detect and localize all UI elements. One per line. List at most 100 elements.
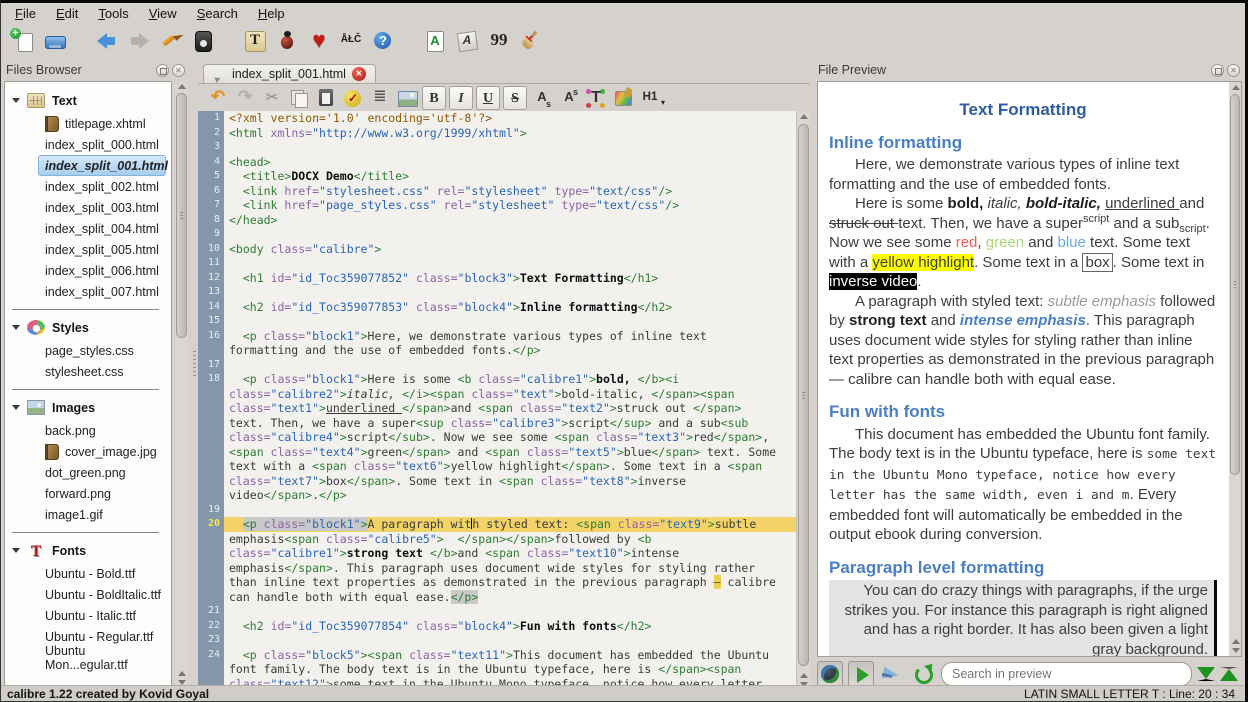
forward-button[interactable] (125, 27, 153, 55)
code-row[interactable]: class="calibre1">strong text </b>and <sp… (198, 546, 797, 561)
text-color-button[interactable]: T (584, 86, 608, 110)
donate-button[interactable]: ♥ (305, 27, 333, 55)
code-row[interactable]: than inline text properties as demonstra… (198, 575, 797, 590)
code-row[interactable]: emphasis</span>. This paragraph uses doc… (198, 561, 797, 576)
code-row[interactable]: 20 <p class="block1">A paragraph with st… (198, 517, 797, 532)
preview-panel-float-button[interactable] (1211, 64, 1224, 77)
preview-scrollbar-thumb[interactable] (1230, 94, 1240, 475)
font-tile-button[interactable]: T (241, 27, 269, 55)
code-row[interactable]: can handle both with equal ease.</p> (198, 590, 797, 605)
file-item[interactable]: index_split_002.html (5, 176, 171, 197)
code-row[interactable]: text with a <span class="text6">yellow h… (198, 459, 797, 474)
file-item[interactable]: Ubuntu - Bold.ttf (5, 563, 171, 584)
menu-help[interactable]: Help (248, 4, 295, 23)
code-row[interactable]: 8</head> (198, 213, 797, 228)
toggle-live-preview-button[interactable] (817, 661, 843, 687)
background-color-button[interactable] (611, 86, 635, 110)
code-row[interactable]: class="calibre2">italic, </i><span class… (198, 387, 797, 402)
code-row[interactable]: 4<head> (198, 155, 797, 170)
check-book-button[interactable] (273, 27, 301, 55)
scroll-up-icon[interactable] (1232, 639, 1240, 644)
editor-scrollbar[interactable] (796, 111, 810, 690)
check-html-button[interactable]: ✓ (341, 86, 365, 110)
section-fonts[interactable]: TFonts (5, 538, 171, 563)
cut-button[interactable]: ✂ (260, 86, 284, 110)
code-row[interactable]: 9 (198, 227, 797, 242)
code-row[interactable]: 16 <p class="block1">Here, we demonstrat… (198, 329, 797, 344)
tab-index-split-001[interactable]: index_split_001.html (203, 64, 376, 83)
insert-image-button[interactable] (395, 86, 419, 110)
tab-close-button[interactable] (352, 67, 366, 81)
file-item[interactable]: index_split_005.html (5, 239, 171, 260)
code-row[interactable]: class="calibre4">script</sub>. Now we se… (198, 430, 797, 445)
superscript-button[interactable]: As (557, 86, 581, 110)
code-row[interactable]: text. Then, we have a super<sup class="c… (198, 416, 797, 431)
scroll-up-icon[interactable] (178, 84, 186, 89)
remove-unused-css-button[interactable]: ✕ (517, 27, 545, 55)
italic-button[interactable]: I (449, 86, 473, 110)
editor-scrollbar-thumb[interactable] (798, 124, 809, 666)
sync-preview-to-cursor-button[interactable] (879, 661, 905, 687)
code-row[interactable]: 15 (198, 314, 797, 329)
code-row[interactable]: 7 <link href="page_styles.css" rel="styl… (198, 198, 797, 213)
run-preview-button[interactable] (848, 661, 874, 687)
code-row[interactable]: 3 (198, 140, 797, 155)
smart-quotes-button[interactable]: 99 (485, 27, 513, 55)
back-button[interactable] (93, 27, 121, 55)
find-next-button[interactable] (1197, 667, 1215, 681)
file-item[interactable]: cover_image.jpg (5, 441, 171, 462)
file-item[interactable]: Ubuntu Mon...egular.ttf (5, 647, 171, 668)
code-row[interactable]: 21 (198, 604, 797, 619)
code-row[interactable]: <span class="text4">green</span> and <sp… (198, 445, 797, 460)
code-row[interactable]: font family. The body text is in the Ubu… (198, 662, 797, 677)
code-row[interactable]: 5 <title>DOCX Demo</title> (198, 169, 797, 184)
code-row[interactable]: 11 (198, 256, 797, 271)
menu-tools[interactable]: Tools (88, 4, 138, 23)
bookmark-button[interactable] (157, 27, 185, 55)
file-item[interactable]: titlepage.xhtml (5, 113, 171, 134)
format-text-button[interactable]: ≣ (368, 86, 392, 110)
preview-scrollbar[interactable] (1229, 82, 1241, 656)
code-row[interactable]: 1<?xml version='1.0' encoding='utf-8'?> (198, 111, 797, 126)
new-file-button[interactable]: + (9, 27, 37, 55)
code-row[interactable]: emphasis<span class="calibre5"> </span><… (198, 532, 797, 547)
scroll-up-icon[interactable] (800, 114, 808, 119)
code-row[interactable]: 2<html xmlns="http://www.w3.org/1999/xht… (198, 126, 797, 141)
code-row[interactable]: 17 (198, 358, 797, 373)
file-item[interactable]: back.png (5, 420, 171, 441)
code-row[interactable]: 13 (198, 285, 797, 300)
code-row[interactable]: 6 <link href="stylesheet.css" rel="style… (198, 184, 797, 199)
scroll-up-icon[interactable] (800, 673, 808, 678)
file-item[interactable]: page_styles.css (5, 340, 171, 361)
paste-button[interactable] (314, 86, 338, 110)
redo-button[interactable]: ↷ (233, 86, 257, 110)
section-text[interactable]: Text (5, 88, 171, 113)
scroll-up-icon[interactable] (1232, 85, 1240, 90)
insert-special-character-button[interactable]: A (453, 27, 481, 55)
check-spelling-button[interactable]: A (421, 27, 449, 55)
code-row[interactable]: class="text1">underlined </span>and <spa… (198, 401, 797, 416)
code-row[interactable]: 24 <p class="block5"><span class="text11… (198, 648, 797, 663)
menu-search[interactable]: Search (187, 4, 248, 23)
sidebar-splitter[interactable] (191, 60, 198, 690)
strikethrough-button[interactable]: S (503, 86, 527, 110)
file-item[interactable]: index_split_001.html (38, 155, 166, 176)
menu-file[interactable]: File (5, 4, 46, 23)
file-item[interactable]: dot_green.png (5, 462, 171, 483)
bold-button[interactable]: B (422, 86, 446, 110)
code-row[interactable]: 22 <h2 id="id_Toc359077854" class="block… (198, 619, 797, 634)
preview-search-input[interactable] (941, 662, 1192, 686)
file-item[interactable]: Ubuntu - BoldItalic.ttf (5, 584, 171, 605)
section-images[interactable]: Images (5, 395, 171, 420)
menu-view[interactable]: View (139, 4, 187, 23)
menu-edit[interactable]: Edit (46, 4, 88, 23)
scroll-up-icon[interactable] (178, 671, 186, 676)
help-button[interactable]: ? (369, 27, 397, 55)
code-editor[interactable]: 1<?xml version='1.0' encoding='utf-8'?>2… (198, 111, 797, 690)
save-button[interactable] (41, 27, 69, 55)
code-row[interactable]: 18 <p class="block1">Here is some <b cla… (198, 372, 797, 387)
files-scrollbar[interactable] (175, 81, 188, 688)
refresh-preview-button[interactable] (910, 661, 936, 687)
code-row[interactable]: 12 <h1 id="id_Toc359077852" class="block… (198, 271, 797, 286)
undo-button[interactable]: ↶ (206, 86, 230, 110)
